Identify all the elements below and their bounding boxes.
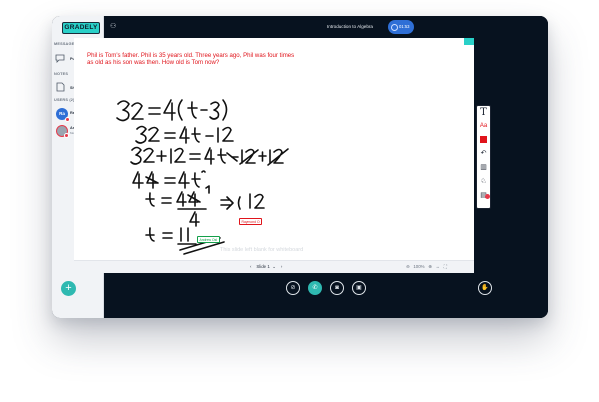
previous-slide-button[interactable]: ‹ [250, 264, 251, 269]
multi-user-icon[interactable]: ♘ [477, 177, 490, 186]
fullscreen-icon[interactable]: ⛶ [444, 264, 447, 269]
avatar: Ra [56, 108, 70, 122]
trash-icon[interactable]: ▥ [477, 163, 490, 172]
mute-microphone-button[interactable]: ⊘ [286, 281, 300, 295]
handwriting-annotations [116, 99, 289, 255]
notes-section-label: NOTES [54, 72, 69, 76]
share-screen-button[interactable]: ▣ [352, 281, 366, 295]
next-slide-button[interactable]: › [281, 264, 282, 269]
hand-icon: ✋ [481, 285, 489, 291]
leave-audio-button[interactable]: ✆ [308, 281, 322, 295]
microphone-off-icon: ⊘ [290, 285, 296, 291]
whiteboard-slide[interactable]: Phil is Tom's father. Phil is 35 years o… [74, 38, 474, 273]
notification-badge [485, 194, 490, 199]
zoom-controls: ⊖ 100% ⊕ ↔ ⛶ [406, 264, 447, 270]
slide-controls: ‹ Slide 1 ⌄ › ⊖ 100% ⊕ ↔ ⛶ [74, 260, 474, 273]
slide-select[interactable]: Slide 1 [256, 264, 269, 269]
presenter-badge [65, 117, 70, 122]
font-size-tool-icon[interactable]: Aa [477, 122, 490, 131]
screen-share-icon: ▣ [356, 285, 362, 291]
whiteboard-toolbar: T Aa ↶ ▥ ♘ ▤ [476, 105, 491, 209]
chevron-down-icon[interactable]: ⌄ [272, 264, 276, 269]
bottom-bar [104, 291, 548, 318]
undo-icon[interactable]: ↶ [477, 149, 490, 158]
avatar [56, 125, 69, 138]
phone-icon: ✆ [312, 285, 318, 291]
slide-navigation: ‹ Slide 1 ⌄ › [250, 264, 282, 270]
share-webcam-button[interactable]: ◙ [330, 281, 344, 295]
chat-icon [55, 54, 65, 63]
raise-hand-button[interactable]: ✋ [478, 281, 492, 295]
record-icon [391, 23, 398, 31]
fit-width-icon[interactable]: ↔ [436, 264, 440, 269]
top-bar: ⚇ Introduction to Algebra 01:53 ⋮ [104, 16, 548, 38]
status-badge [64, 133, 69, 138]
users-section-label: USERS (2) [54, 98, 75, 102]
meeting-title: Introduction to Algebra [327, 24, 373, 29]
cursor-label-participant: Andrew Osl [197, 236, 220, 243]
camera-icon: ◙ [335, 285, 339, 291]
record-button[interactable]: 01:53 [388, 20, 414, 34]
whiteboard-hint: This slide left blank for whiteboard [220, 247, 304, 253]
users-toggle-icon[interactable]: ⚇ [110, 22, 119, 31]
zoom-in-button[interactable]: ⊕ [428, 264, 432, 269]
text-tool-icon[interactable]: T [477, 108, 490, 118]
zoom-level: 100% [413, 264, 425, 269]
app-logo: GRADELY [62, 22, 100, 34]
timer-text: 01:53 [399, 24, 410, 29]
actions-button[interactable]: + [61, 281, 76, 296]
notes-icon [56, 82, 65, 92]
cursor-label-presenter: Raymond O [239, 218, 263, 225]
color-picker[interactable] [480, 136, 487, 143]
zoom-out-button[interactable]: ⊖ [406, 264, 410, 269]
